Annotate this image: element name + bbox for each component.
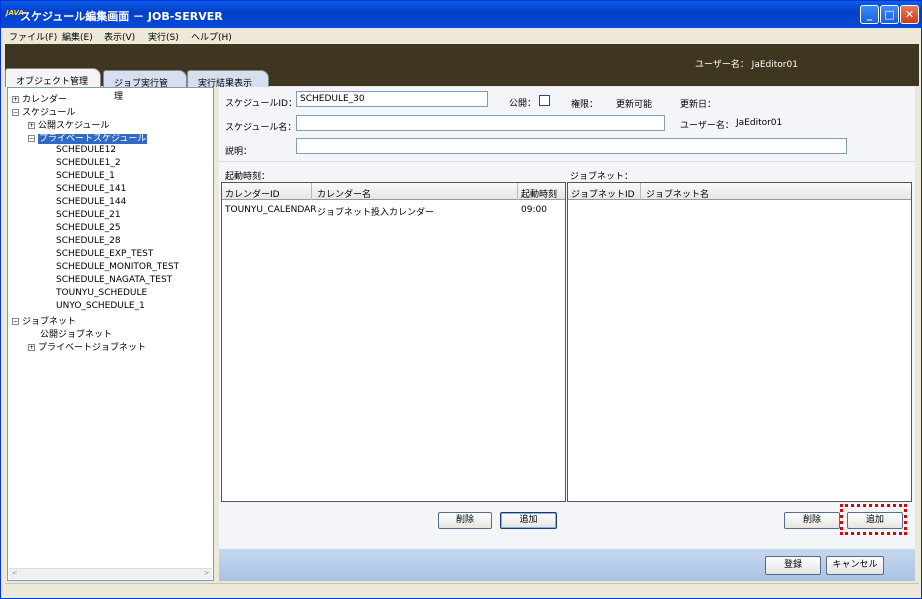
expand-icon[interactable]: + <box>28 344 35 351</box>
expand-icon[interactable]: + <box>12 96 19 103</box>
start-time-label: 起動時刻： <box>225 172 271 182</box>
expand-icon[interactable]: + <box>28 122 35 129</box>
start-time-add-button[interactable]: 追加 <box>500 512 557 529</box>
column-header-calendar-id[interactable]: カレンダーID <box>225 187 280 200</box>
close-icon[interactable]: ✕ <box>900 5 919 24</box>
public-label: 公開： <box>509 99 537 109</box>
scroll-left-icon[interactable]: < <box>9 569 20 579</box>
tree-leaf-schedule[interactable]: SCHEDULE_25 <box>56 223 121 233</box>
column-header-jobnet-name[interactable]: ジョブネット名 <box>646 187 709 200</box>
collapse-icon[interactable]: − <box>28 135 35 142</box>
menu-help[interactable]: ヘルプ(H) <box>191 30 232 43</box>
section-divider <box>219 161 915 162</box>
tree-node-jobnet[interactable]: − ジョブネット <box>12 314 76 327</box>
column-header-start-time[interactable]: 起動時刻 <box>521 187 557 200</box>
cell-calendar-name: ジョブネット投入カレンダー <box>317 208 435 218</box>
start-time-delete-button[interactable]: 削除 <box>438 512 492 529</box>
tree-node-calendar[interactable]: + カレンダー <box>12 92 67 105</box>
menu-file[interactable]: ファイル(F) <box>9 30 57 43</box>
tab-execution-results[interactable]: 実行結果表示 <box>187 70 269 89</box>
menu-edit[interactable]: 編集(E) <box>62 30 93 43</box>
jobnet-delete-button[interactable]: 削除 <box>784 512 840 529</box>
authority-value: 更新可能 <box>616 100 653 110</box>
tab-job-execution[interactable]: ジョブ実行管理 <box>103 70 187 102</box>
menu-bar: ファイル(F) 編集(E) 表示(V) 実行(S) ヘルプ(H) <box>1 28 921 43</box>
tree-leaf-schedule[interactable]: SCHEDULE_21 <box>56 210 121 220</box>
tree-node-public-schedule[interactable]: + 公開スケジュール <box>28 118 109 131</box>
jobnet-section-label: ジョブネット： <box>570 172 634 182</box>
cell-calendar-id: TOUNYU_CALENDAR <box>225 205 317 215</box>
schedule-id-field[interactable]: SCHEDULE_30 <box>296 91 488 107</box>
tree-node-private-jobnet[interactable]: + プライベートジョブネット <box>28 340 146 353</box>
menu-view[interactable]: 表示(V) <box>104 30 135 43</box>
updated-label: 更新日： <box>680 100 717 110</box>
schedule-name-label: スケジュール名： <box>225 123 297 133</box>
menu-run[interactable]: 実行(S) <box>148 30 179 43</box>
window-title: スケジュール編集画面 － JOB-SERVER <box>20 10 223 23</box>
horizontal-scrollbar[interactable]: < > <box>9 568 212 579</box>
tree-leaf-schedule[interactable]: SCHEDULE_MONITOR_TEST <box>56 262 179 272</box>
highlight-box <box>840 504 907 535</box>
tree-leaf-schedule[interactable]: SCHEDULE12 <box>56 145 116 155</box>
description-label: 説明： <box>225 147 253 157</box>
schedule-id-label: スケジュールID： <box>225 99 297 109</box>
tree-leaf-schedule[interactable]: SCHEDULE_1 <box>56 171 115 181</box>
app-window: JAVA スケジュール編集画面 － JOB-SERVER _ □ ✕ ファイル(… <box>0 0 922 599</box>
title-bar: JAVA スケジュール編集画面 － JOB-SERVER _ □ ✕ <box>1 1 921 28</box>
tree-leaf-schedule[interactable]: SCHEDULE1_2 <box>56 158 121 168</box>
table-header: カレンダーID カレンダー名 起動時刻 <box>222 183 565 200</box>
tree-leaf-schedule[interactable]: SCHEDULE_28 <box>56 236 121 246</box>
cell-start-time: 09:00 <box>521 205 547 215</box>
table-header: ジョブネットID ジョブネット名 <box>568 183 911 200</box>
schedule-name-field[interactable] <box>296 115 665 131</box>
tree-leaf-schedule[interactable]: TOUNYU_SCHEDULE <box>56 288 147 298</box>
tree-node-public-jobnet[interactable]: 公開ジョブネット <box>40 327 112 340</box>
description-field[interactable] <box>296 138 847 154</box>
schedule-editor-panel: スケジュールID： SCHEDULE_30 公開： 権限： 更新可能 更新日： … <box>219 87 915 581</box>
start-time-table[interactable]: カレンダーID カレンダー名 起動時刻 TOUNYU_CALENDAR ジョブネ… <box>221 182 566 502</box>
public-checkbox[interactable] <box>539 95 550 106</box>
collapse-icon[interactable]: − <box>12 109 19 116</box>
username-value: JaEditor01 <box>736 118 783 128</box>
tree-leaf-schedule[interactable]: SCHEDULE_141 <box>56 184 126 194</box>
status-bar <box>5 583 919 597</box>
collapse-icon[interactable]: − <box>12 318 19 325</box>
minimize-icon[interactable]: _ <box>860 5 879 24</box>
tree-node-private-schedule[interactable]: − プライベートスケジュール <box>28 131 148 144</box>
header-username: ユーザー名： JaEditor01 <box>695 60 798 70</box>
tree-leaf-schedule[interactable]: SCHEDULE_144 <box>56 197 126 207</box>
column-header-jobnet-id[interactable]: ジョブネットID <box>571 187 635 200</box>
tree-leaf-schedule[interactable]: UNYO_SCHEDULE_1 <box>56 301 145 311</box>
tree-leaf-schedule[interactable]: SCHEDULE_NAGATA_TEST <box>56 275 172 285</box>
object-tree[interactable]: + カレンダー − スケジュール + 公開スケジュール − プライベートスケジュール S… <box>7 87 214 581</box>
authority-label: 権限： <box>571 100 599 110</box>
tree-leaf-schedule[interactable]: SCHEDULE_EXP_TEST <box>56 249 153 259</box>
tab-object-management[interactable]: オブジェクト管理 <box>5 68 101 87</box>
scroll-right-icon[interactable]: > <box>201 569 212 579</box>
cancel-button[interactable]: キャンセル <box>826 556 884 575</box>
footer-bar: 登録 キャンセル <box>219 549 915 581</box>
maximize-icon[interactable]: □ <box>880 5 899 24</box>
jobnet-table[interactable]: ジョブネットID ジョブネット名 <box>567 182 912 502</box>
username-label: ユーザー名： <box>680 121 734 131</box>
column-header-calendar-name[interactable]: カレンダー名 <box>317 187 371 200</box>
tree-node-schedule[interactable]: − スケジュール <box>12 105 75 118</box>
register-button[interactable]: 登録 <box>765 556 821 575</box>
